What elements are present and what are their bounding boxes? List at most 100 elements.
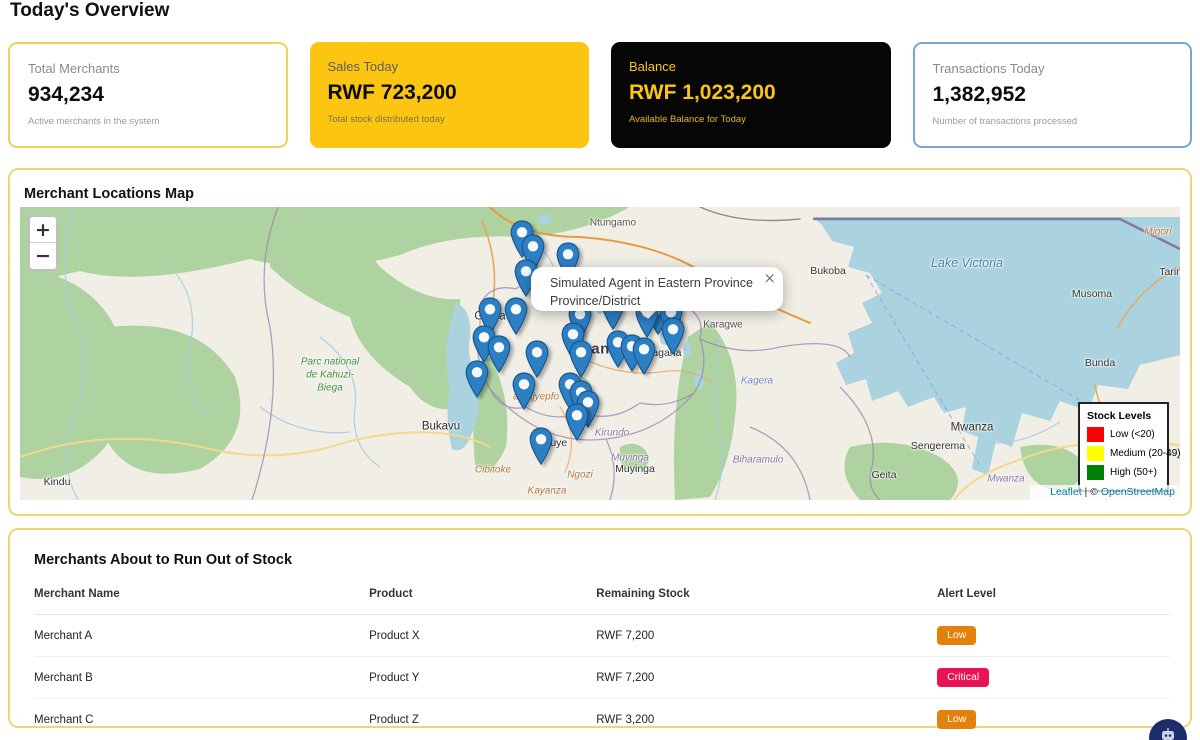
legend-label: Low (<20): [1110, 429, 1155, 440]
table-cell-stock: RWF 7,200: [596, 615, 937, 657]
table-row: Merchant BProduct YRWF 7,200Critical: [34, 657, 1170, 699]
table-column-header: Product: [369, 578, 596, 615]
stats-row: Total Merchants 934,234 Active merchants…: [8, 42, 1192, 148]
map-place-label: Lake Victoria: [931, 255, 1003, 271]
map-place-label: Kagera: [741, 375, 773, 388]
table-row: Merchant CProduct ZRWF 3,200Low: [34, 699, 1170, 740]
legend-title: Stock Levels: [1087, 410, 1160, 422]
map-attribution: Leaflet | © OpenStreetMap: [1030, 485, 1180, 500]
table-cell-alert: Low: [937, 615, 1170, 657]
alert-level-badge: Low: [937, 626, 976, 645]
table-column-header: Remaining Stock: [596, 578, 937, 615]
map-place-label: Parc national de Kahuzi- Biega: [301, 356, 359, 395]
map-place-label: Musoma: [1072, 288, 1112, 302]
page-title: Today's Overview: [10, 0, 169, 22]
map-place-label: Migori: [1144, 226, 1171, 239]
map-place-label: Kindu: [44, 476, 71, 490]
map-place-label: Kayanza: [528, 485, 567, 498]
map-place-label: Kirundo: [595, 427, 629, 440]
map-section-title: Merchant Locations Map: [24, 186, 194, 202]
table-column-header: Merchant Name: [34, 578, 369, 615]
stat-subtitle: Number of transactions processed: [933, 116, 1173, 127]
legend-item: Medium (20-49): [1087, 446, 1160, 461]
merchant-locations-map[interactable]: NtungamoGomaBukavuKinduParc national de …: [20, 207, 1180, 500]
legend-swatch: [1087, 427, 1104, 442]
table-cell-merchant: Merchant C: [34, 699, 369, 740]
stat-title: Total Merchants: [28, 61, 268, 76]
map-place-label: Bukoba: [810, 265, 846, 279]
map-place-label: Sengerema: [911, 440, 965, 454]
legend-swatch: [1087, 465, 1104, 480]
stat-subtitle: Available Balance for Today: [629, 114, 873, 125]
merchant-map-marker[interactable]: [661, 317, 685, 355]
map-place-label: Karagwe: [703, 319, 742, 332]
map-place-label: Tarime: [1159, 266, 1180, 280]
zoom-in-button[interactable]: +: [30, 217, 56, 243]
table-cell-product: Product X: [369, 615, 596, 657]
stat-subtitle: Active merchants in the system: [28, 116, 268, 127]
table-cell-stock: RWF 3,200: [596, 699, 937, 740]
map-popup: Simulated Agent in Eastern Province Prov…: [531, 267, 783, 311]
map-place-label: Mwanza: [987, 473, 1024, 486]
alert-level-badge: Critical: [937, 668, 989, 687]
table-cell-stock: RWF 7,200: [596, 657, 937, 699]
merchant-map-marker[interactable]: [529, 427, 553, 465]
map-place-label: Geita: [871, 469, 896, 483]
table-cell-merchant: Merchant B: [34, 657, 369, 699]
openstreetmap-link[interactable]: OpenStreetMap: [1101, 486, 1175, 498]
legend-swatch: [1087, 446, 1104, 461]
stat-card-total-merchants: Total Merchants 934,234 Active merchants…: [8, 42, 288, 148]
attribution-separator: |: [1082, 486, 1091, 498]
map-place-label: Bukavu: [422, 420, 460, 435]
stat-card-transactions-today: Transactions Today 1,382,952 Number of t…: [913, 42, 1193, 148]
merchant-map-marker[interactable]: [487, 335, 511, 373]
merchant-map-marker[interactable]: [512, 372, 536, 410]
alert-level-badge: Low: [937, 710, 976, 729]
stat-card-sales-today: Sales Today RWF 723,200 Total stock dist…: [310, 42, 590, 148]
popup-close-icon[interactable]: ×: [763, 269, 776, 287]
merchant-map-marker[interactable]: [565, 403, 589, 441]
table-cell-alert: Low: [937, 699, 1170, 740]
table-row: Merchant AProduct XRWF 7,200Low: [34, 615, 1170, 657]
map-place-label: Bunda: [1085, 357, 1115, 371]
stat-subtitle: Total stock distributed today: [328, 114, 572, 125]
table-section-title: Merchants About to Run Out of Stock: [34, 552, 292, 568]
table-cell-alert: Critical: [937, 657, 1170, 699]
map-place-label: Biharamulo: [733, 454, 784, 467]
map-place-label: Muyinga: [615, 463, 655, 477]
map-zoom-control: + −: [28, 215, 58, 271]
table-cell-product: Product Z: [369, 699, 596, 740]
leaflet-link[interactable]: Leaflet: [1050, 486, 1082, 498]
legend-label: Medium (20-49): [1110, 448, 1180, 459]
merchant-map-marker[interactable]: [504, 297, 528, 335]
stat-card-balance: Balance RWF 1,023,200 Available Balance …: [611, 42, 891, 148]
stat-title: Transactions Today: [933, 61, 1173, 76]
stat-value: 934,234: [28, 83, 268, 107]
merchant-map-marker[interactable]: [465, 360, 489, 398]
map-place-label: Cibitoke: [475, 464, 511, 477]
map-place-label: Mwanza: [951, 421, 994, 436]
stat-value: RWF 1,023,200: [629, 81, 873, 105]
stat-value: RWF 723,200: [328, 81, 572, 105]
robot-icon: [1158, 726, 1178, 740]
attribution-copyright: ©: [1090, 486, 1101, 498]
legend-label: High (50+): [1110, 467, 1157, 478]
legend-item: Low (<20): [1087, 427, 1160, 442]
leaflet-flag-icon: [1035, 488, 1046, 496]
table-cell-product: Product Y: [369, 657, 596, 699]
zoom-out-button[interactable]: −: [30, 243, 56, 269]
table-column-header: Alert Level: [937, 578, 1170, 615]
legend-item: High (50+): [1087, 465, 1160, 480]
low-stock-panel: Merchants About to Run Out of Stock Merc…: [8, 528, 1192, 728]
stat-title: Sales Today: [328, 59, 572, 74]
map-place-label: Ntungamo: [590, 217, 636, 230]
popup-line1: Simulated Agent in Eastern Province: [550, 274, 761, 292]
low-stock-table: Merchant NameProductRemaining StockAlert…: [34, 578, 1170, 740]
table-cell-merchant: Merchant A: [34, 615, 369, 657]
merchant-map-marker[interactable]: [632, 337, 656, 375]
stock-levels-legend: Stock Levels Low (<20) Medium (20-49) High…: [1078, 402, 1169, 492]
dashboard-page: Today's Overview Total Merchants 934,234…: [0, 0, 1200, 740]
stat-value: 1,382,952: [933, 83, 1173, 107]
map-place-label: Ngozi: [567, 469, 593, 482]
popup-line2: Province/District: [550, 292, 761, 310]
